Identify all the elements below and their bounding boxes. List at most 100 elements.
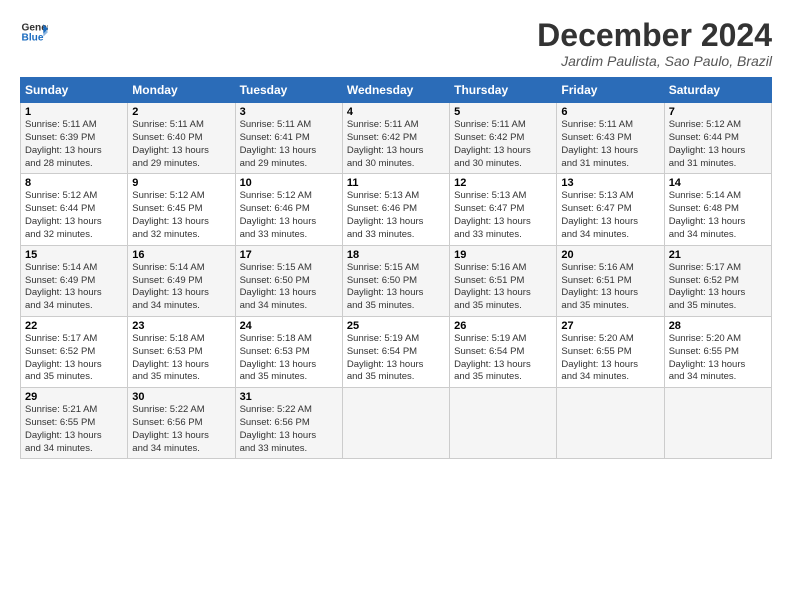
day-info: Sunrise: 5:22 AM xyxy=(240,404,338,417)
calendar-cell: 30Sunrise: 5:22 AMSunset: 6:56 PMDayligh… xyxy=(128,388,235,459)
day-info: Daylight: 13 hours xyxy=(240,430,338,443)
day-info: Sunset: 6:51 PM xyxy=(454,275,552,288)
calendar-cell: 6Sunrise: 5:11 AMSunset: 6:43 PMDaylight… xyxy=(557,103,664,174)
day-number: 22 xyxy=(25,320,123,332)
calendar-cell: 9Sunrise: 5:12 AMSunset: 6:45 PMDaylight… xyxy=(128,174,235,245)
day-info: Sunrise: 5:11 AM xyxy=(561,119,659,132)
day-info: Sunset: 6:54 PM xyxy=(347,346,445,359)
day-number: 19 xyxy=(454,249,552,261)
day-info: Sunrise: 5:22 AM xyxy=(132,404,230,417)
day-info: Sunset: 6:48 PM xyxy=(669,203,767,216)
calendar-cell: 17Sunrise: 5:15 AMSunset: 6:50 PMDayligh… xyxy=(235,245,342,316)
calendar-cell: 26Sunrise: 5:19 AMSunset: 6:54 PMDayligh… xyxy=(450,316,557,387)
day-info: and 34 minutes. xyxy=(25,443,123,456)
day-info: and 35 minutes. xyxy=(454,300,552,313)
day-info: Sunrise: 5:11 AM xyxy=(347,119,445,132)
day-info: and 34 minutes. xyxy=(132,300,230,313)
day-info: and 31 minutes. xyxy=(561,158,659,171)
month-title: December 2024 xyxy=(537,18,772,53)
day-info: Sunset: 6:44 PM xyxy=(25,203,123,216)
day-info: Daylight: 13 hours xyxy=(25,287,123,300)
calendar-week-4: 22Sunrise: 5:17 AMSunset: 6:52 PMDayligh… xyxy=(21,316,772,387)
day-header-monday: Monday xyxy=(128,78,235,103)
day-info: and 31 minutes. xyxy=(669,158,767,171)
day-info: and 35 minutes. xyxy=(240,371,338,384)
day-info: Sunset: 6:56 PM xyxy=(240,417,338,430)
day-info: Sunset: 6:49 PM xyxy=(25,275,123,288)
day-info: Daylight: 13 hours xyxy=(669,359,767,372)
day-info: Daylight: 13 hours xyxy=(132,216,230,229)
day-info: Sunrise: 5:12 AM xyxy=(25,190,123,203)
day-info: Sunrise: 5:14 AM xyxy=(669,190,767,203)
calendar-cell: 10Sunrise: 5:12 AMSunset: 6:46 PMDayligh… xyxy=(235,174,342,245)
day-info: Sunrise: 5:12 AM xyxy=(132,190,230,203)
day-info: and 33 minutes. xyxy=(454,229,552,242)
calendar-cell: 2Sunrise: 5:11 AMSunset: 6:40 PMDaylight… xyxy=(128,103,235,174)
day-info: Sunset: 6:49 PM xyxy=(132,275,230,288)
day-header-friday: Friday xyxy=(557,78,664,103)
day-info: and 34 minutes. xyxy=(561,229,659,242)
day-info: and 33 minutes. xyxy=(347,229,445,242)
calendar-cell: 4Sunrise: 5:11 AMSunset: 6:42 PMDaylight… xyxy=(342,103,449,174)
day-info: Sunset: 6:51 PM xyxy=(561,275,659,288)
svg-text:Blue: Blue xyxy=(22,33,44,44)
day-info: Sunrise: 5:13 AM xyxy=(561,190,659,203)
day-info: Sunset: 6:52 PM xyxy=(669,275,767,288)
day-header-wednesday: Wednesday xyxy=(342,78,449,103)
day-info: Sunset: 6:47 PM xyxy=(454,203,552,216)
calendar-week-2: 8Sunrise: 5:12 AMSunset: 6:44 PMDaylight… xyxy=(21,174,772,245)
day-info: Daylight: 13 hours xyxy=(454,287,552,300)
page-container: General Blue December 2024 Jardim Paulis… xyxy=(0,0,792,469)
calendar-cell: 12Sunrise: 5:13 AMSunset: 6:47 PMDayligh… xyxy=(450,174,557,245)
day-number: 5 xyxy=(454,106,552,118)
day-info: Daylight: 13 hours xyxy=(132,359,230,372)
calendar-cell: 24Sunrise: 5:18 AMSunset: 6:53 PMDayligh… xyxy=(235,316,342,387)
calendar-cell xyxy=(342,388,449,459)
day-info: Daylight: 13 hours xyxy=(240,145,338,158)
day-info: Sunset: 6:55 PM xyxy=(561,346,659,359)
day-info: Daylight: 13 hours xyxy=(669,287,767,300)
day-info: Sunrise: 5:19 AM xyxy=(454,333,552,346)
day-info: Sunrise: 5:17 AM xyxy=(25,333,123,346)
day-header-sunday: Sunday xyxy=(21,78,128,103)
day-info: Sunset: 6:50 PM xyxy=(347,275,445,288)
day-info: Sunset: 6:42 PM xyxy=(347,132,445,145)
day-info: Sunset: 6:54 PM xyxy=(454,346,552,359)
calendar-cell: 13Sunrise: 5:13 AMSunset: 6:47 PMDayligh… xyxy=(557,174,664,245)
day-info: Sunrise: 5:14 AM xyxy=(132,262,230,275)
day-number: 10 xyxy=(240,177,338,189)
day-header-saturday: Saturday xyxy=(664,78,771,103)
day-info: Sunrise: 5:13 AM xyxy=(347,190,445,203)
day-number: 11 xyxy=(347,177,445,189)
calendar-cell: 18Sunrise: 5:15 AMSunset: 6:50 PMDayligh… xyxy=(342,245,449,316)
calendar-week-5: 29Sunrise: 5:21 AMSunset: 6:55 PMDayligh… xyxy=(21,388,772,459)
day-info: Daylight: 13 hours xyxy=(454,216,552,229)
calendar-cell: 7Sunrise: 5:12 AMSunset: 6:44 PMDaylight… xyxy=(664,103,771,174)
day-info: Daylight: 13 hours xyxy=(347,359,445,372)
day-info: Daylight: 13 hours xyxy=(240,287,338,300)
day-info: Sunrise: 5:18 AM xyxy=(132,333,230,346)
day-number: 27 xyxy=(561,320,659,332)
day-number: 21 xyxy=(669,249,767,261)
day-info: Sunrise: 5:15 AM xyxy=(347,262,445,275)
day-info: Daylight: 13 hours xyxy=(240,359,338,372)
day-info: and 35 minutes. xyxy=(561,300,659,313)
day-info: Sunset: 6:55 PM xyxy=(25,417,123,430)
calendar-week-1: 1Sunrise: 5:11 AMSunset: 6:39 PMDaylight… xyxy=(21,103,772,174)
day-info: Sunrise: 5:11 AM xyxy=(25,119,123,132)
day-number: 6 xyxy=(561,106,659,118)
day-info: and 35 minutes. xyxy=(132,371,230,384)
calendar-cell xyxy=(664,388,771,459)
day-number: 2 xyxy=(132,106,230,118)
day-info: and 33 minutes. xyxy=(240,229,338,242)
calendar-cell: 28Sunrise: 5:20 AMSunset: 6:55 PMDayligh… xyxy=(664,316,771,387)
calendar-cell: 29Sunrise: 5:21 AMSunset: 6:55 PMDayligh… xyxy=(21,388,128,459)
day-info: Sunset: 6:44 PM xyxy=(669,132,767,145)
day-info: and 28 minutes. xyxy=(25,158,123,171)
calendar-cell: 11Sunrise: 5:13 AMSunset: 6:46 PMDayligh… xyxy=(342,174,449,245)
day-info: and 35 minutes. xyxy=(347,371,445,384)
day-info: Daylight: 13 hours xyxy=(132,430,230,443)
day-info: and 34 minutes. xyxy=(132,443,230,456)
calendar-header-row: SundayMondayTuesdayWednesdayThursdayFrid… xyxy=(21,78,772,103)
day-number: 28 xyxy=(669,320,767,332)
